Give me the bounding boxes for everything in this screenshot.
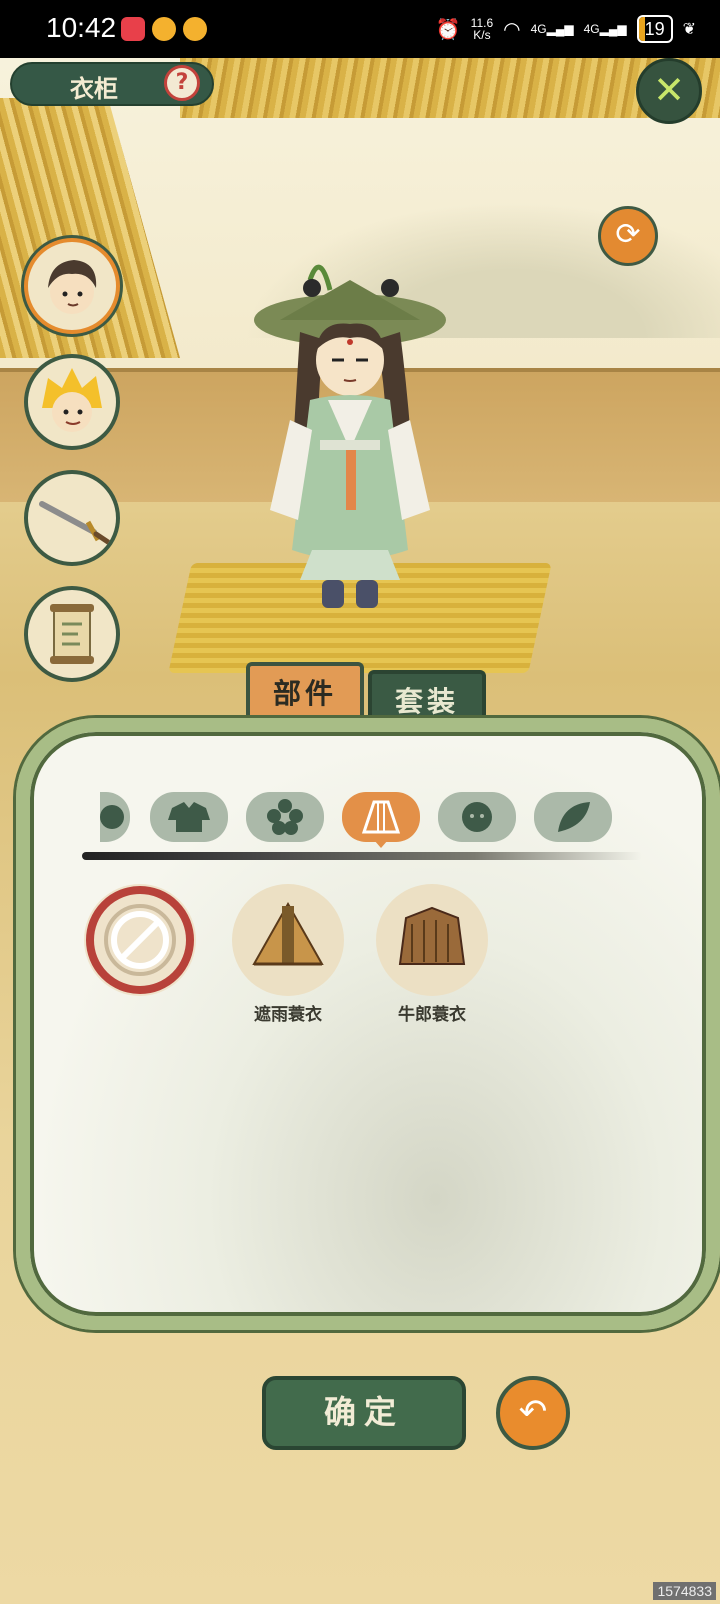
leaf-icon (558, 802, 590, 832)
clock: 10:42 (46, 12, 117, 43)
item-rain-coat[interactable] (232, 884, 344, 996)
straw-raincoat-icon (252, 901, 324, 966)
cape-icon (361, 800, 401, 834)
item-none[interactable] (84, 884, 196, 996)
tab-parts[interactable]: 部件 (246, 662, 364, 722)
category-clothing[interactable] (150, 792, 228, 842)
status-bar: 10:42 ⏰ 11.6 K/s ◠ 4G▂▄▆ 4G▂▄▆ 19 ❦ (0, 0, 720, 58)
straw-cape-icon (398, 906, 466, 965)
character-model (254, 264, 446, 608)
signal-icon: 4G▂▄▆ (530, 22, 574, 36)
battery-indicator: 19 (636, 15, 673, 43)
net-speed: 11.6 K/s (470, 16, 494, 42)
flower-icon (267, 799, 303, 835)
sword-icon (39, 501, 111, 545)
side-item-scroll[interactable] (24, 586, 120, 682)
monkey-king-portrait-icon (42, 368, 102, 432)
close-x-icon: ✕ (653, 68, 685, 112)
swap-button[interactable]: ⟳ (598, 206, 658, 266)
hair-icon (100, 805, 124, 829)
undo-button[interactable]: ↶ (496, 1376, 570, 1450)
none-slash-icon (86, 886, 194, 994)
item-label: 牛郎蓑衣 (398, 1005, 466, 1025)
category-strip[interactable] (100, 792, 630, 852)
close-button[interactable]: ✕ (636, 58, 702, 124)
page-title: 衣柜 (70, 74, 118, 103)
swap-arrows-icon: ⟳ (615, 217, 641, 252)
weibo-icon (183, 17, 207, 41)
confirm-button[interactable]: 确定 (262, 1376, 466, 1450)
alarm-icon: ⏰ (435, 18, 461, 41)
question-mark-icon[interactable]: ? (164, 65, 200, 101)
item-cowherd-coat[interactable] (376, 884, 488, 996)
notification-app-icon (121, 17, 145, 41)
face-icon (462, 802, 492, 832)
category-hair[interactable] (100, 792, 130, 842)
watermark: 1574833 (653, 1582, 716, 1600)
category-face[interactable] (438, 792, 516, 842)
character-portrait-icon (48, 260, 97, 314)
category-cape[interactable] (342, 792, 420, 848)
scroll-icon (50, 604, 94, 664)
category-leaf[interactable] (534, 792, 612, 842)
weibo-icon (152, 17, 176, 41)
category-accessory[interactable] (246, 792, 324, 842)
robe-icon (168, 802, 210, 832)
undo-arrow-icon: ↶ (518, 1392, 548, 1432)
wifi-icon: ◠ (503, 18, 521, 41)
status-icons: ⏰ 11.6 K/s ◠ 4G▂▄▆ 4G▂▄▆ 19 ❦ (436, 10, 696, 48)
item-label: 遮雨蓑衣 (254, 1005, 322, 1025)
side-item-character-1[interactable] (24, 238, 120, 334)
side-item-weapon[interactable] (24, 470, 120, 566)
ink-divider (82, 852, 642, 860)
leaf-icon: ❦ (682, 21, 696, 38)
side-item-character-2[interactable] (24, 354, 120, 450)
signal-icon: 4G▂▄▆ (583, 22, 627, 36)
